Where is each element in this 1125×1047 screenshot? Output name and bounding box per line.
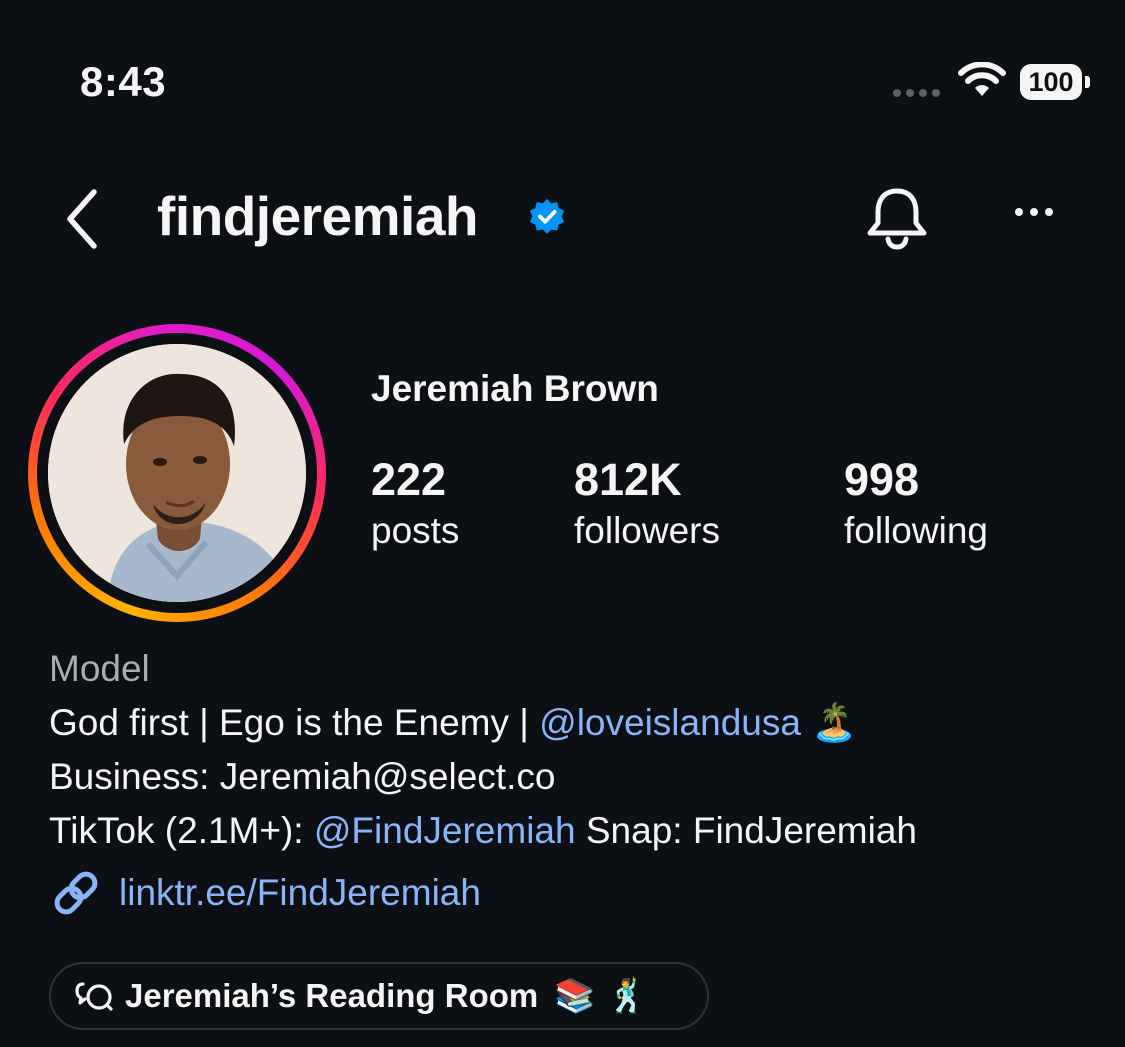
wifi-icon bbox=[958, 62, 1006, 96]
battery-cap bbox=[1085, 76, 1090, 88]
island-emoji: 🏝️ bbox=[811, 701, 858, 744]
bio-line-1: God first | Ego is the Enemy | @loveisla… bbox=[49, 696, 917, 750]
profile-category: Model bbox=[49, 648, 150, 689]
mention-findjeremiah[interactable]: @FindJeremiah bbox=[314, 810, 576, 851]
bio-line-3: TikTok (2.1M+): @FindJeremiah Snap: Find… bbox=[49, 804, 917, 858]
channel-emojis: 📚 🕺 bbox=[554, 976, 648, 1015]
chat-bubbles-icon bbox=[75, 982, 113, 1011]
status-time: 8:43 bbox=[80, 58, 167, 105]
battery-indicator: 100 bbox=[1020, 64, 1082, 100]
stat-value: 222 bbox=[371, 454, 447, 505]
broadcast-channel-button[interactable]: Jeremiah’s Reading Room 📚 🕺 bbox=[49, 962, 709, 1030]
bio-line-2: Business: Jeremiah@select.co bbox=[49, 756, 556, 797]
more-horizontal-icon bbox=[1015, 208, 1023, 216]
story-avatar[interactable] bbox=[28, 324, 326, 622]
cellular-signal-icon bbox=[893, 89, 940, 97]
bio-text: God first | Ego is the Enemy | bbox=[49, 702, 540, 743]
notifications-button[interactable] bbox=[862, 185, 932, 256]
display-name: Jeremiah Brown bbox=[371, 368, 659, 409]
followers-count[interactable]: 812K followers bbox=[574, 452, 720, 554]
external-link[interactable]: linktr.ee/FindJeremiah bbox=[49, 866, 481, 920]
stat-label: posts bbox=[371, 510, 460, 551]
channel-label: Jeremiah’s Reading Room bbox=[125, 977, 539, 1014]
bio: Model God first | Ego is the Enemy | @lo… bbox=[49, 642, 917, 858]
back-button[interactable] bbox=[58, 186, 108, 252]
profile-username: findjeremiah bbox=[157, 185, 479, 247]
external-link-text: linktr.ee/FindJeremiah bbox=[119, 872, 481, 913]
bell-icon bbox=[867, 188, 927, 250]
posts-count[interactable]: 222 posts bbox=[371, 452, 459, 554]
bio-text: TikTok (2.1M+): bbox=[49, 810, 314, 851]
following-count[interactable]: 998 following bbox=[844, 452, 988, 554]
bio-text: Snap: FindJeremiah bbox=[575, 810, 917, 851]
chevron-left-icon bbox=[67, 189, 97, 249]
verified-badge-icon bbox=[529, 198, 565, 234]
more-options-button[interactable] bbox=[1015, 208, 1053, 216]
profile-photo bbox=[48, 344, 306, 602]
stat-value: 998 bbox=[844, 454, 920, 505]
stat-value: 812K bbox=[574, 454, 682, 505]
stat-label: following bbox=[844, 510, 988, 551]
link-icon bbox=[54, 871, 98, 915]
mention-loveislandusa[interactable]: @loveislandusa bbox=[539, 702, 801, 743]
stat-label: followers bbox=[574, 510, 720, 551]
